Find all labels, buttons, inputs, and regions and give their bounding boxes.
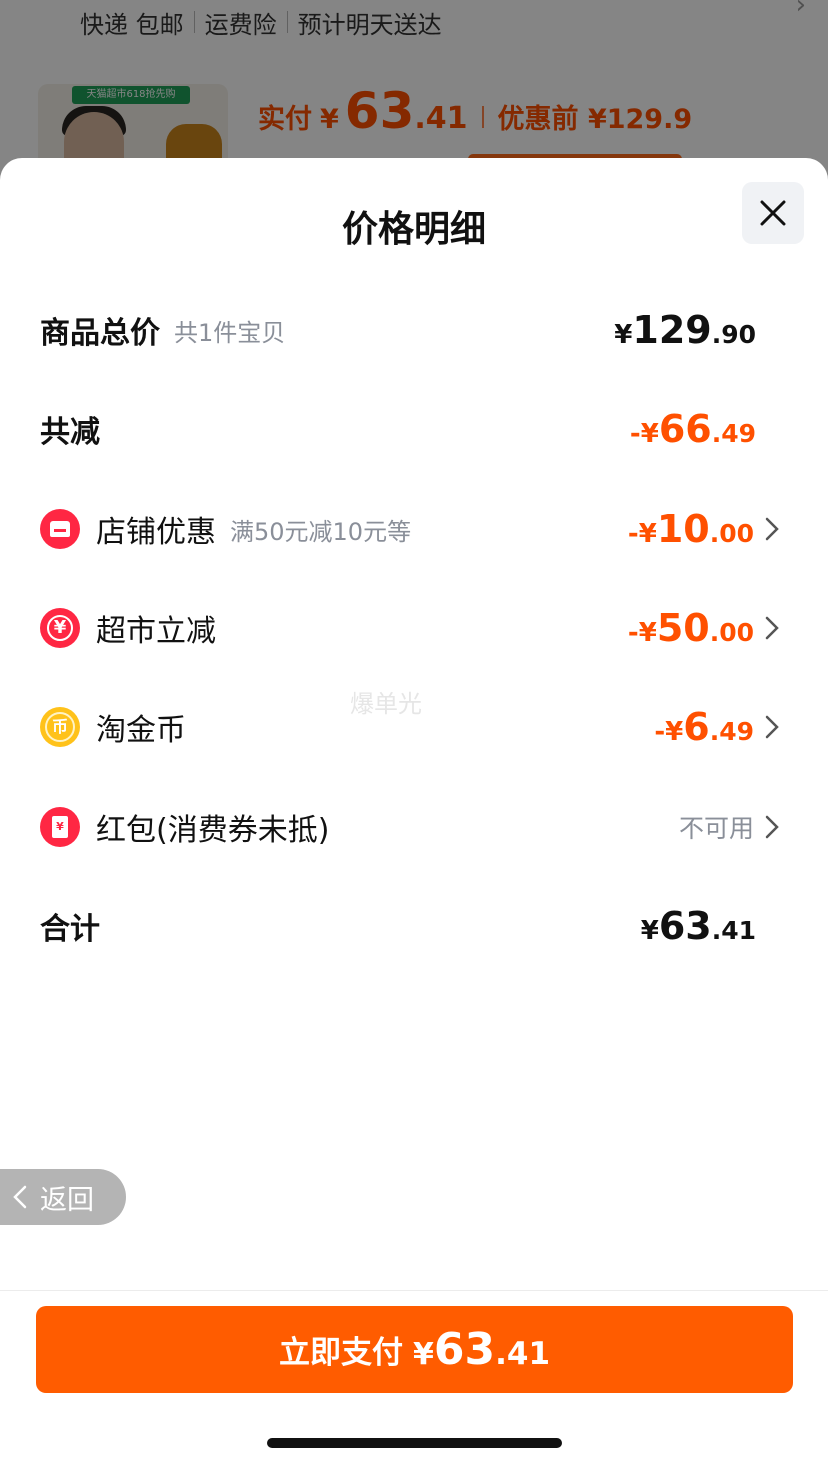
gold-coin-icon: 币 (40, 707, 80, 747)
currency-symbol: -¥ (654, 717, 684, 747)
row-market-discount[interactable]: ¥ 超市立减 -¥ 50 .00 (40, 598, 780, 658)
chevron-right-icon (765, 815, 779, 839)
shop-discount-rule: 满50元减10元等 (230, 517, 412, 546)
footer-divider (0, 1290, 828, 1291)
icon-glyph: ¥ (53, 617, 67, 638)
amount-integer: 63 (433, 1324, 496, 1375)
back-button[interactable]: 返回 (0, 1169, 126, 1225)
gold-coin-amount: -¥ 6 .49 (654, 705, 754, 749)
amount-decimal: .49 (709, 717, 754, 746)
item-count: 共1件宝贝 (174, 318, 286, 347)
shop-icon (40, 509, 80, 549)
amount-decimal: .00 (709, 618, 754, 647)
close-button[interactable] (742, 182, 804, 244)
currency-symbol: -¥ (629, 419, 659, 449)
row-red-packet[interactable]: ¥ 红包(消费券未抵) 不可用 (40, 797, 780, 857)
chevron-right-icon (765, 517, 779, 541)
price-detail-sheet: 价格明细 商品总价 共1件宝贝 ¥ 129 .90 共减 -¥ 66 .49 店… (0, 158, 828, 1466)
gold-coin-label: 淘金币 (96, 713, 186, 748)
red-packet-icon: ¥ (40, 807, 80, 847)
currency-symbol: ¥ (412, 1337, 434, 1372)
close-icon (760, 200, 786, 226)
row-subtotal: 商品总价 共1件宝贝 ¥ 129 .90 (40, 300, 780, 360)
yuan-coin-icon: ¥ (40, 608, 80, 648)
shop-discount-label: 店铺优惠 (96, 515, 216, 550)
sheet-title: 价格明细 (341, 209, 486, 250)
amount-integer: 63 (658, 904, 712, 948)
discount-total-amount: -¥ 66 .49 (630, 407, 756, 451)
total-label: 合计 (40, 912, 100, 947)
pay-amount: ¥ 63 .41 (403, 1324, 550, 1375)
amount-decimal: .90 (711, 320, 756, 349)
red-packet-label: 红包(消费券未抵) (96, 813, 330, 848)
market-discount-label: 超市立减 (96, 614, 216, 649)
subtotal-label: 商品总价 (40, 316, 160, 351)
amount-integer: 50 (656, 606, 710, 650)
amount-decimal: .41 (711, 916, 756, 945)
shop-discount-amount: -¥ 10 .00 (628, 507, 754, 551)
chevron-right-icon (765, 715, 779, 739)
amount-integer: 129 (632, 308, 712, 352)
row-shop-discount[interactable]: 店铺优惠 满50元减10元等 -¥ 10 .00 (40, 499, 780, 559)
chevron-left-icon (13, 1185, 27, 1209)
watermark: 爆单光 (350, 690, 422, 718)
discount-total-label: 共减 (40, 415, 100, 450)
currency-symbol: ¥ (640, 916, 659, 946)
amount-decimal: .00 (709, 519, 754, 548)
pay-now-button[interactable]: 立即支付 ¥ 63 .41 (36, 1306, 793, 1393)
home-indicator (267, 1438, 562, 1448)
amount-integer: 6 (683, 705, 710, 749)
market-discount-amount: -¥ 50 .00 (628, 606, 754, 650)
row-total: 合计 ¥ 63 .41 (40, 896, 780, 956)
amount-decimal: .41 (495, 1336, 551, 1372)
amount-decimal: .49 (711, 419, 756, 448)
back-label: 返回 (40, 1184, 94, 1216)
currency-symbol: -¥ (627, 618, 657, 648)
price-detail-page: 快递 包邮 运费险 预计明天送达 › 天猫超市618抢先购 实付 ¥ 63 .4… (0, 0, 828, 1466)
amount-integer: 10 (656, 507, 710, 551)
chevron-right-icon (765, 616, 779, 640)
amount-integer: 66 (658, 407, 712, 451)
total-amount: ¥ 63 .41 (641, 904, 756, 948)
subtotal-amount: ¥ 129 .90 (614, 308, 756, 352)
icon-glyph: ¥ (56, 820, 64, 833)
currency-symbol: -¥ (627, 519, 657, 549)
currency-symbol: ¥ (614, 320, 633, 350)
row-discount-total: 共减 -¥ 66 .49 (40, 399, 780, 459)
icon-glyph: 币 (51, 717, 68, 736)
red-packet-status: 不可用 (678, 814, 754, 843)
pay-label: 立即支付 (278, 1335, 403, 1371)
